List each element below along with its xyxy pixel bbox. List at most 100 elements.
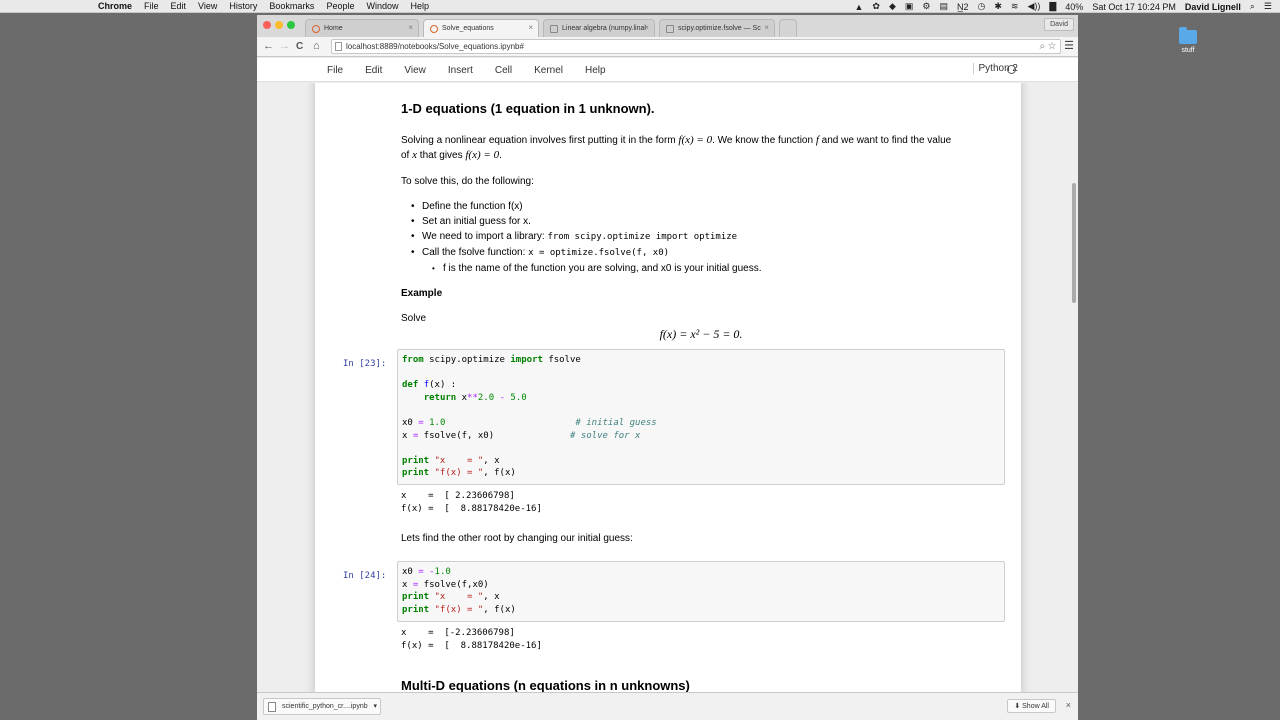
code-cell-output: x = [-2.23606798] f(x) = [ 8.88178420e-1… (401, 628, 542, 651)
tab-linear-algebra[interactable]: Linear algebra (numpy.linal × (543, 19, 655, 37)
window-zoom-button[interactable] (287, 21, 295, 29)
tab-strip: Home × Solve_equations × Linear algebra … (257, 15, 1078, 37)
forward-button[interactable]: → (279, 40, 290, 53)
tray-icon-4[interactable]: ▣ (905, 1, 914, 12)
menu-view[interactable]: View (198, 1, 217, 11)
url-text: localhost:8889/notebooks/Solve_equations… (346, 42, 524, 51)
close-shelf-icon[interactable]: × (1066, 700, 1071, 710)
jupyter-menu-file[interactable]: File (327, 65, 343, 76)
menu-bookmarks[interactable]: Bookmarks (269, 1, 314, 11)
text: of (401, 150, 413, 161)
text: . We know the function (712, 135, 816, 146)
display-equation: f(x) = x² − 5 = 0. (659, 327, 743, 341)
text: f is the name of the function you are so… (443, 263, 762, 274)
text: Call the fsolve function: (422, 247, 529, 258)
jupyter-menu-kernel[interactable]: Kernel (534, 65, 563, 76)
tab-close-icon[interactable]: × (764, 23, 769, 32)
code-cell-input[interactable]: from scipy.optimize import fsolve def f(… (397, 349, 1005, 485)
jupyter-menu-insert[interactable]: Insert (448, 65, 473, 76)
desktop-folder-stuff[interactable]: stuff (1176, 27, 1200, 54)
download-item[interactable]: scientific_python_cr....ipynb ▾ (263, 698, 381, 715)
tray-icon-6[interactable]: ▤ (939, 1, 948, 12)
flag-icon[interactable]: ▇ (1049, 1, 1056, 12)
jupyter-menu-help[interactable]: Help (585, 65, 606, 76)
text: Set an initial guess for x. (422, 216, 531, 227)
between-paragraph: Lets find the other root by changing our… (401, 533, 633, 544)
download-menu-chevron-icon[interactable]: ▾ (373, 699, 377, 714)
menubar-status-area: ▲ ✿ ◆ ▣ ⚙ ▤ N̲2 ◷ ✱ ≋ ◀)) ▇ 40% Sat Oct … (854, 0, 1272, 13)
reload-button[interactable]: C (296, 40, 303, 53)
volume-icon[interactable]: ◀)) (1027, 1, 1040, 12)
chrome-menu-icon[interactable]: ☰ (1064, 39, 1074, 52)
tab-close-icon[interactable]: × (644, 23, 649, 32)
scrollbar-thumb[interactable] (1072, 183, 1076, 303)
tray-icon-5[interactable]: ⚙ (922, 1, 930, 12)
tab-close-icon[interactable]: × (528, 23, 533, 32)
bluetooth-icon[interactable]: ✱ (994, 1, 1002, 12)
jupyter-favicon-icon (312, 24, 320, 33)
math-inline: f(x) = 0 (678, 134, 713, 146)
intro-paragraph: Solving a nonlinear equation involves fi… (401, 133, 1001, 163)
download-shelf: scientific_python_cr....ipynb ▾ ⬇ Show A… (257, 692, 1078, 720)
window-close-button[interactable] (263, 21, 271, 29)
battery-percent[interactable]: 40% (1065, 2, 1083, 12)
back-button[interactable]: ← (263, 40, 274, 53)
menu-app-name[interactable]: Chrome (98, 1, 132, 11)
window-minimize-button[interactable] (275, 21, 283, 29)
tab-scipy-fsolve[interactable]: scipy.optimize.fsolve — Sc × (659, 19, 775, 37)
tray-icon-7[interactable]: N̲2 (957, 2, 969, 12)
list-item-nested: f is the name of the function you are so… (422, 261, 1002, 276)
menu-help[interactable]: Help (410, 1, 429, 11)
tab-title: Home (324, 25, 343, 32)
home-button[interactable]: ⌂ (313, 40, 320, 53)
tab-home[interactable]: Home × (305, 19, 419, 37)
tab-solve-equations[interactable]: Solve_equations × (423, 19, 539, 37)
desktop-folder-label: stuff (1181, 47, 1195, 54)
profile-button[interactable]: David (1044, 18, 1074, 31)
tab-title: scipy.optimize.fsolve — Sc (678, 25, 761, 32)
address-bar-actions: ⌕ ☆ (1039, 40, 1056, 53)
browser-window: Home × Solve_equations × Linear algebra … (257, 15, 1078, 720)
cell-prompt: In [23]: (343, 359, 387, 369)
menu-people[interactable]: People (326, 1, 354, 11)
new-tab-button[interactable] (779, 19, 797, 37)
jupyter-menu-view[interactable]: View (404, 65, 426, 76)
user-name[interactable]: David Lignell (1185, 2, 1241, 12)
show-all-downloads-button[interactable]: ⬇ Show All (1007, 699, 1056, 713)
code-cell-input[interactable]: x0 = -1.0 x = fsolve(f,x0) print "x = ",… (397, 561, 1005, 622)
tray-icon-1[interactable]: ▲ (854, 2, 863, 12)
bookmark-star-icon[interactable]: ☆ (1048, 41, 1056, 52)
wifi-icon[interactable]: ≋ (1011, 1, 1019, 12)
show-all-label: Show All (1022, 703, 1049, 710)
spotlight-icon[interactable]: ⌕ (1250, 1, 1255, 12)
list-item: We need to import a library: from scipy.… (411, 229, 1002, 245)
page-info-icon[interactable] (335, 42, 342, 51)
tray-icon-3[interactable]: ◆ (889, 1, 896, 12)
menu-history[interactable]: History (229, 1, 257, 11)
clock[interactable]: Sat Oct 17 10:24 PM (1092, 2, 1176, 12)
menu-edit[interactable]: Edit (171, 1, 187, 11)
text: Solving a nonlinear equation involves fi… (401, 135, 679, 146)
notification-center-icon[interactable]: ☰ (1264, 1, 1272, 12)
jupyter-favicon-icon (430, 24, 438, 33)
menu-window[interactable]: Window (366, 1, 398, 11)
time-machine-icon[interactable]: ◷ (978, 1, 986, 12)
browser-toolbar: ← → C ⌂ localhost:8889/notebooks/Solve_e… (257, 37, 1078, 57)
folder-icon (1179, 27, 1197, 44)
instructions-paragraph: To solve this, do the following: (401, 176, 534, 187)
notebook-area: 1-D equations (1 equation in 1 unknown).… (257, 83, 1078, 693)
tray-icon-2[interactable]: ✿ (872, 1, 880, 12)
kernel-idle-indicator-icon (1007, 65, 1016, 74)
cell-prompt: In [24]: (343, 571, 387, 581)
jupyter-menu-edit[interactable]: Edit (365, 65, 382, 76)
text: . (499, 150, 502, 161)
zoom-icon[interactable]: ⌕ (1039, 41, 1045, 52)
menu-file[interactable]: File (144, 1, 159, 11)
macos-menubar: Chrome File Edit View History Bookmarks … (0, 0, 1280, 13)
address-bar[interactable]: localhost:8889/notebooks/Solve_equations… (331, 39, 1061, 54)
tab-close-icon[interactable]: × (408, 23, 413, 32)
example-label: Example (401, 288, 443, 299)
page-favicon-icon (550, 24, 558, 33)
jupyter-menu-cell[interactable]: Cell (495, 65, 512, 76)
notebook-page: 1-D equations (1 equation in 1 unknown).… (315, 83, 1021, 693)
